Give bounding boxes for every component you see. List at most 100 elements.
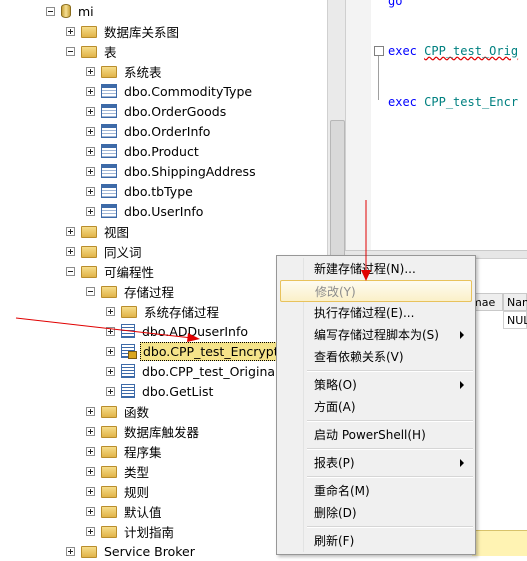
submenu-arrow-icon xyxy=(460,331,464,339)
expand-icon[interactable] xyxy=(106,306,115,316)
menu-item-delete[interactable]: 删除(D) xyxy=(280,502,472,524)
expand-icon[interactable] xyxy=(106,326,115,336)
tree-label: 存储过程 xyxy=(124,284,175,300)
expand-icon[interactable] xyxy=(66,546,75,556)
expand-icon[interactable] xyxy=(66,26,75,36)
tree-label: 数据库触发器 xyxy=(124,424,200,440)
tree-node-system-sp[interactable]: 系统存储过程 xyxy=(106,301,221,321)
folder-icon xyxy=(81,26,97,38)
tree-node-db[interactable]: mi xyxy=(46,1,96,21)
folder-icon xyxy=(101,426,117,438)
menu-item-modify[interactable]: 修改(Y) xyxy=(280,280,472,302)
stored-procedure-icon xyxy=(121,324,135,338)
expand-icon[interactable] xyxy=(106,366,115,376)
tree-node-table[interactable]: dbo.OrderInfo xyxy=(86,121,212,141)
status-bar xyxy=(472,530,527,556)
grid-cell[interactable]: NUL xyxy=(503,311,527,329)
menu-item-new-procedure[interactable]: 新建存储过程(N)... xyxy=(280,258,472,280)
folder-icon xyxy=(81,546,97,558)
tree-label: 表 xyxy=(104,44,117,60)
collapse-icon[interactable] xyxy=(374,46,384,56)
tree-node-stored-procedures[interactable]: 存储过程 xyxy=(86,281,176,301)
expand-icon[interactable] xyxy=(86,506,95,516)
tree-node-diagrams[interactable]: 数据库关系图 xyxy=(66,21,181,41)
submenu-arrow-icon xyxy=(460,381,464,389)
tree-node-synonyms[interactable]: 同义词 xyxy=(66,241,144,261)
expand-icon[interactable] xyxy=(86,466,95,476)
tree-node-views[interactable]: 视图 xyxy=(66,221,131,241)
table-icon xyxy=(101,204,117,218)
expand-icon[interactable] xyxy=(106,386,115,396)
expand-icon[interactable] xyxy=(106,346,115,356)
tree-node-service-broker[interactable]: Service Broker xyxy=(66,541,197,561)
collapse-icon[interactable] xyxy=(86,286,95,296)
tree-node-db-triggers[interactable]: 数据库触发器 xyxy=(86,421,201,441)
menu-item-powershell[interactable]: 启动 PowerShell(H) xyxy=(280,424,472,446)
tree-node-rules[interactable]: 规则 xyxy=(86,481,151,501)
tree-node-table[interactable]: dbo.tbType xyxy=(86,181,195,201)
tree-node-functions[interactable]: 函数 xyxy=(86,401,151,421)
collapse-icon[interactable] xyxy=(66,46,75,56)
menu-item-script-as[interactable]: 编写存储过程脚本为(S) xyxy=(280,324,472,346)
table-icon xyxy=(101,144,117,158)
folder-icon xyxy=(101,506,117,518)
expand-icon[interactable] xyxy=(86,126,95,136)
tree-label: 可编程性 xyxy=(104,264,155,280)
tree-node-assemblies[interactable]: 程序集 xyxy=(86,441,164,461)
expand-icon[interactable] xyxy=(86,166,95,176)
collapse-icon[interactable] xyxy=(66,266,75,276)
tree-node-tables[interactable]: 表 xyxy=(66,41,119,61)
expand-icon[interactable] xyxy=(86,186,95,196)
tree-label: Service Broker xyxy=(104,543,195,559)
folder-icon xyxy=(101,406,117,418)
tree-label: mi xyxy=(78,3,94,19)
expand-icon[interactable] xyxy=(86,486,95,496)
tree-label: 数据库关系图 xyxy=(104,24,180,40)
column-header[interactable]: Nan xyxy=(503,293,527,311)
expand-icon[interactable] xyxy=(86,426,95,436)
tree-label: dbo.CPP_test_Origina1 xyxy=(142,363,283,379)
expand-icon[interactable] xyxy=(86,146,95,156)
query-editor[interactable]: go exec CPP_test_Orig exec CPP_test_Encr xyxy=(345,0,527,250)
menu-item-refresh[interactable]: 刷新(F) xyxy=(280,530,472,552)
folder-icon xyxy=(101,526,117,538)
tree-node-table[interactable]: dbo.ShippingAddress xyxy=(86,161,258,181)
expand-icon[interactable] xyxy=(66,246,75,256)
expand-icon[interactable] xyxy=(86,66,95,76)
tree-node-defaults[interactable]: 默认值 xyxy=(86,501,164,521)
expand-icon[interactable] xyxy=(86,206,95,216)
tree-node-programmability[interactable]: 可编程性 xyxy=(66,261,156,281)
tree-node-sp-selected[interactable]: dbo.CPP_test_Encryption xyxy=(106,341,301,361)
menu-item-dependencies[interactable]: 查看依赖关系(V) xyxy=(280,346,472,368)
tree-node-sp[interactable]: dbo.GetList xyxy=(106,381,215,401)
tree-node-table[interactable]: dbo.UserInfo xyxy=(86,201,205,221)
tree-node-types[interactable]: 类型 xyxy=(86,461,151,481)
expand-icon[interactable] xyxy=(86,446,95,456)
tree-node-table[interactable]: dbo.CommodityType xyxy=(86,81,254,101)
tree-node-table[interactable]: dbo.Product xyxy=(86,141,201,161)
tree-node-sp[interactable]: dbo.CPP_test_Origina1 xyxy=(106,361,285,381)
tree-node-table[interactable]: dbo.OrderGoods xyxy=(86,101,228,121)
tree-label: dbo.OrderInfo xyxy=(124,123,211,139)
expand-icon[interactable] xyxy=(66,226,75,236)
menu-item-facets[interactable]: 方面(A) xyxy=(280,396,472,418)
tree-node-system-tables[interactable]: 系统表 xyxy=(86,61,164,81)
menu-item-reports[interactable]: 报表(P) xyxy=(280,452,472,474)
expand-icon[interactable] xyxy=(86,106,95,116)
expand-icon[interactable] xyxy=(86,86,95,96)
tree-node-plan-guides[interactable]: 计划指南 xyxy=(86,521,176,541)
menu-item-policies[interactable]: 策略(O) xyxy=(280,374,472,396)
expand-icon[interactable] xyxy=(86,526,95,536)
tree-label: 默认值 xyxy=(124,504,162,520)
tree-label: 系统存储过程 xyxy=(144,304,220,320)
context-menu: 新建存储过程(N)... 修改(Y) 执行存储过程(E)... 编写存储过程脚本… xyxy=(276,255,476,555)
menu-item-execute[interactable]: 执行存储过程(E)... xyxy=(280,302,472,324)
tree-label: dbo.GetList xyxy=(142,383,214,399)
menu-item-rename[interactable]: 重命名(M) xyxy=(280,480,472,502)
collapse-icon[interactable] xyxy=(46,6,55,16)
menu-separator xyxy=(307,476,473,478)
tree-node-sp[interactable]: dbo.ADDuserInfo xyxy=(106,321,250,341)
menu-separator xyxy=(307,370,473,372)
tree-label: dbo.OrderGoods xyxy=(124,103,227,119)
expand-icon[interactable] xyxy=(86,406,95,416)
